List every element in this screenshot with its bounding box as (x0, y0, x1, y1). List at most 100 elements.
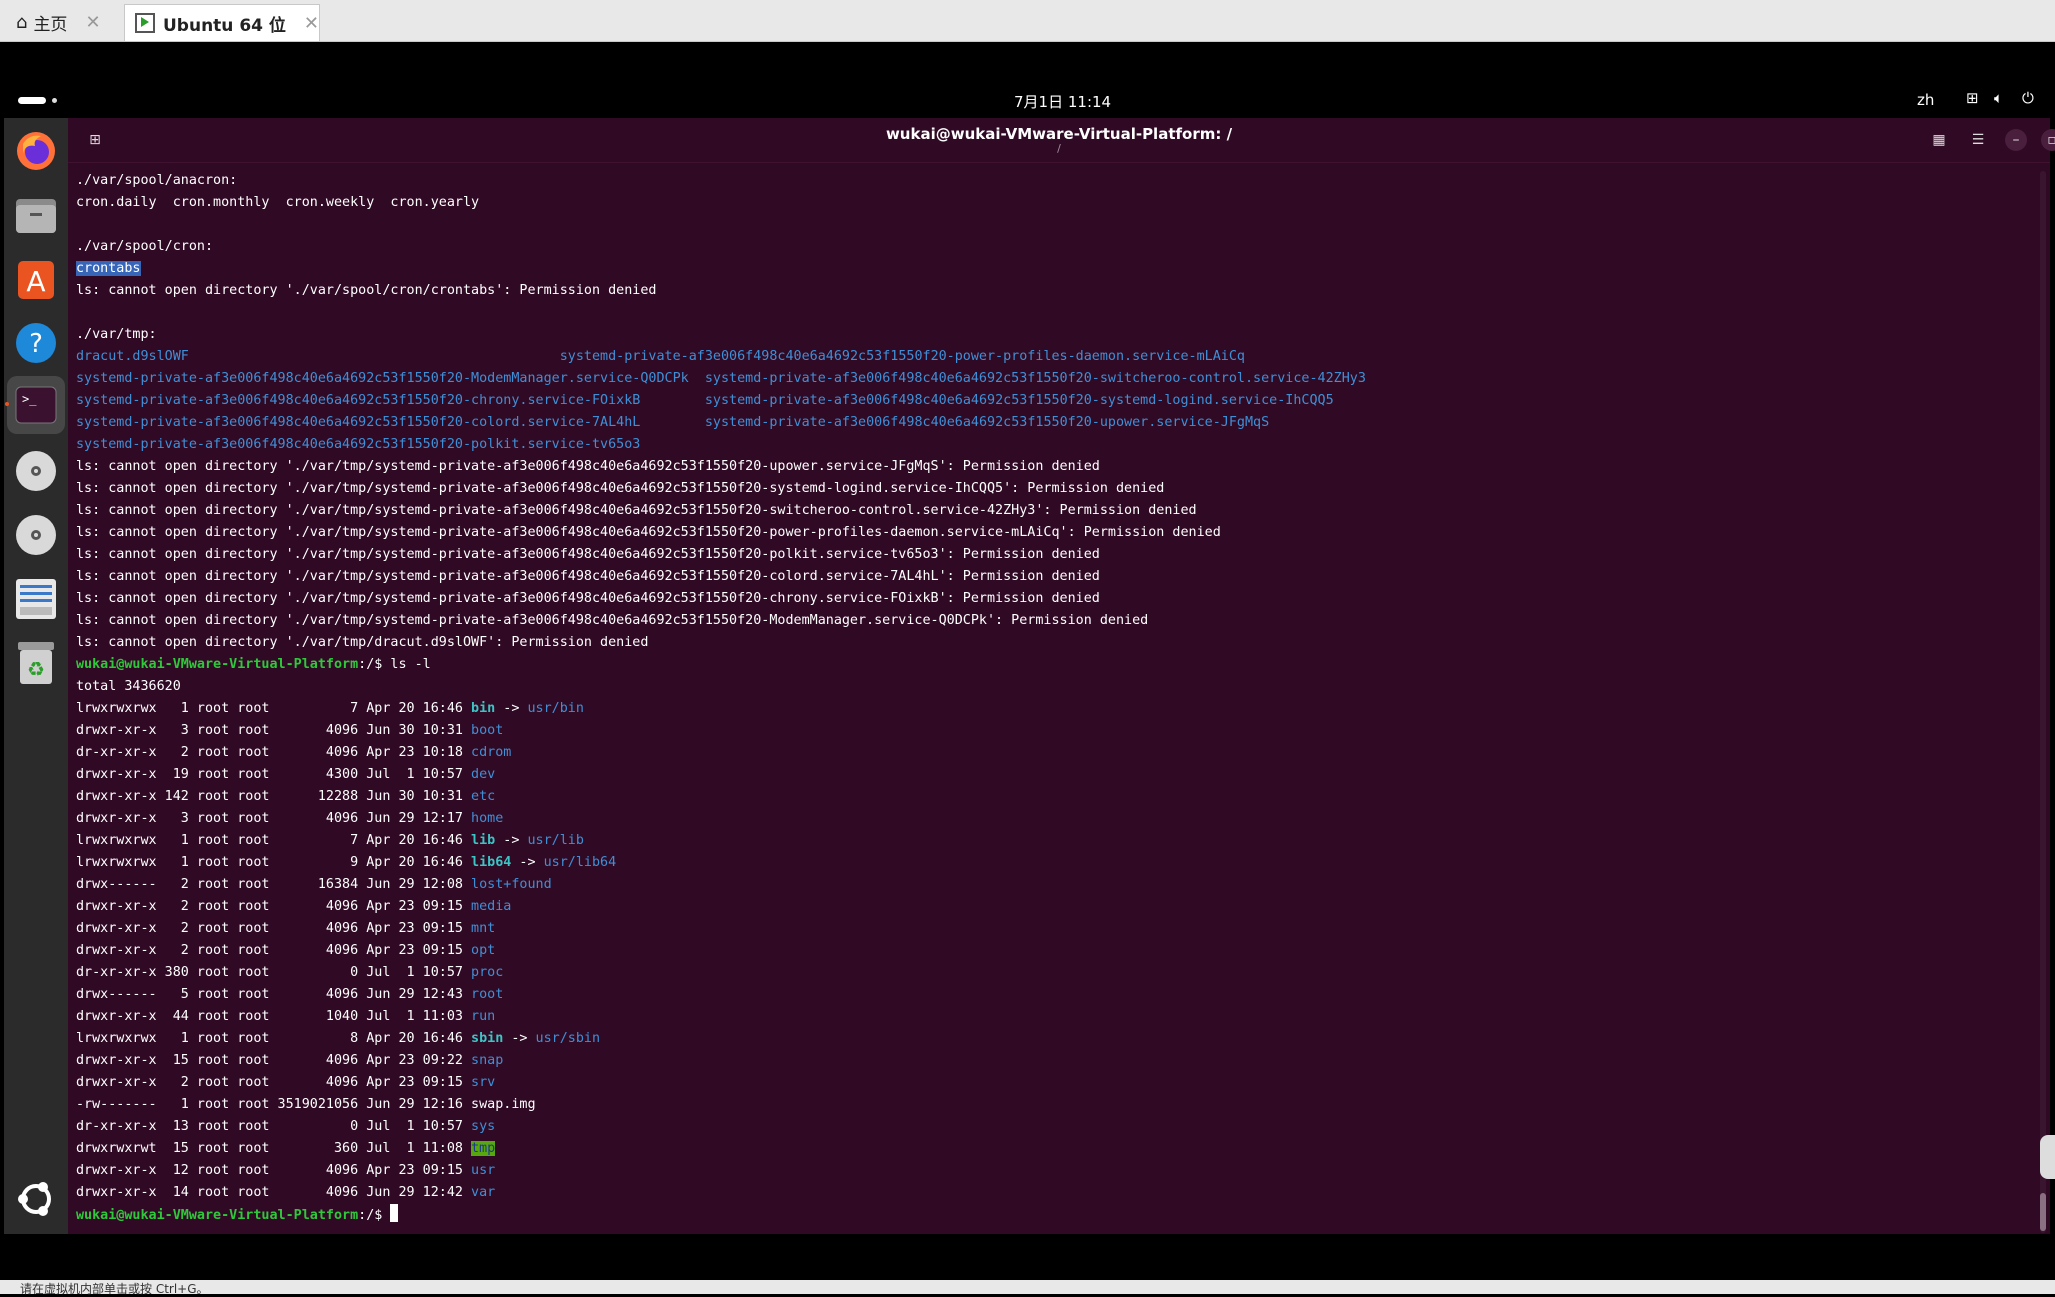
dock-running-indicator (5, 402, 9, 406)
terminal-line: lrwxrwxrwx 1 root root 7 Apr 20 16:46 bi… (76, 698, 1366, 720)
terminal-text: drwx------ 5 root root 4096 Jun 29 12:43 (76, 987, 472, 1002)
terminal-scroll-thumb[interactable] (2040, 1193, 2046, 1231)
terminal-text: :/$ (358, 1208, 391, 1223)
terminal-text: drwx------ 2 root root 16384 Jun 29 12:0… (76, 877, 472, 892)
tab-ubuntu-vm[interactable]: Ubuntu 64 位 ✕ (124, 4, 320, 41)
svg-text:A: A (26, 265, 45, 298)
terminal-text: -> (495, 833, 528, 848)
terminal-dir-text: snap (471, 1053, 504, 1068)
terminal-line: drwxrwxrwt 15 root root 360 Jul 1 11:08 … (76, 1138, 1366, 1160)
terminal-prompt-text: wukai@wukai-VMware-Virtual-Platform (76, 1208, 359, 1223)
svg-text:>_: >_ (22, 392, 37, 406)
terminal-line: ls: cannot open directory './var/tmp/dra… (76, 632, 1366, 654)
terminal-line: wukai@wukai-VMware-Virtual-Platform:/$ l… (76, 654, 1366, 676)
trash-icon[interactable]: ♻ (13, 640, 59, 686)
terminal-dir-text: systemd-private-af3e006f498c40e6a4692c53… (704, 393, 1334, 408)
minimize-icon[interactable]: – (2005, 129, 2027, 151)
tab-ubuntu-close-icon[interactable]: ✕ (304, 13, 319, 34)
terminal-text: lrwxrwxrwx 1 root root 7 Apr 20 16:46 (76, 833, 472, 848)
terminal-scrollbar[interactable] (2040, 171, 2046, 1233)
terminal-text: ls: cannot open directory './var/tmp/sys… (76, 525, 1221, 540)
terminal-line: crontabs (76, 258, 1366, 280)
svg-text:♻: ♻ (27, 657, 45, 681)
help-icon[interactable]: ? (13, 320, 59, 366)
tab-home[interactable]: ⌂ 主页 ✕ (16, 4, 120, 40)
terminal-line: dr-xr-xr-x 13 root root 0 Jul 1 10:57 sy… (76, 1116, 1366, 1138)
terminal-dir-text: systemd-private-af3e006f498c40e6a4692c53… (76, 415, 641, 430)
clock[interactable]: 7月1日 11:14 (1014, 91, 1111, 112)
terminal-text: dr-xr-xr-x 13 root root 0 Jul 1 10:57 (76, 1119, 472, 1134)
status-hint: 请在虚拟机内部单击或按 Ctrl+G。 (20, 1282, 209, 1296)
terminal-dir-text: systemd-private-af3e006f498c40e6a4692c53… (704, 371, 1366, 386)
terminal-text: ls: cannot open directory './var/tmp/sys… (76, 569, 1100, 584)
terminal-dir-text: run (471, 1009, 496, 1024)
terminal-text: ./var/tmp: (76, 327, 157, 342)
volume-icon[interactable]: 🔈︎ (1994, 89, 2003, 107)
terminal-line: systemd-private-af3e006f498c40e6a4692c53… (76, 434, 1366, 456)
terminal-text: ls: cannot open directory './var/tmp/sys… (76, 481, 1165, 496)
terminal-dir-text: srv (471, 1075, 496, 1090)
terminal-line: systemd-private-af3e006f498c40e6a4692c53… (76, 412, 1366, 434)
terminal-text: drwxr-xr-x 19 root root 4300 Jul 1 10:57 (76, 767, 472, 782)
terminal-text: -> (495, 701, 528, 716)
gnome-top-bar: 7月1日 11:14 zh ⊞ 🔈︎ ⏻ (4, 86, 2050, 114)
terminal-dir-text: root (471, 987, 504, 1002)
terminal-output[interactable]: ./var/spool/anacron: cron.daily cron.mont… (68, 163, 2050, 1234)
terminal-dir-text: systemd-private-af3e006f498c40e6a4692c53… (704, 415, 1270, 430)
terminal-dir-text: usr (471, 1163, 496, 1178)
terminal-line: wukai@wukai-VMware-Virtual-Platform:/$ (76, 1204, 1366, 1226)
terminal-line: ls: cannot open directory './var/tmp/sys… (76, 544, 1366, 566)
terminal-line: ls: cannot open directory './var/tmp/sys… (76, 610, 1366, 632)
terminal-line: dracut.d9slOWF systemd-private-af3e006f4… (76, 346, 1366, 368)
files-icon[interactable] (13, 192, 59, 238)
power-icon[interactable]: ⏻ (2022, 89, 2034, 107)
terminal-line: dr-xr-xr-x 2 root root 4096 Apr 23 10:18… (76, 742, 1366, 764)
terminal-dir-text: systemd-private-af3e006f498c40e6a4692c53… (76, 393, 641, 408)
terminal-text: ls: cannot open directory './var/tmp/sys… (76, 591, 1100, 606)
terminal-text: -> (503, 1031, 536, 1046)
tab-home-label: 主页 (33, 14, 68, 35)
terminal-text: drwxr-xr-x 44 root root 1040 Jul 1 11:03 (76, 1009, 472, 1024)
terminal-line: drwx------ 2 root root 16384 Jun 29 12:0… (76, 874, 1366, 896)
disc-icon[interactable] (13, 448, 59, 494)
terminal-dir-text: usr/bin (527, 701, 584, 716)
input-method-indicator[interactable]: zh (1917, 91, 1934, 109)
terminal-line: ls: cannot open directory './var/spool/c… (76, 280, 1366, 302)
terminal-dir-text: boot (471, 723, 504, 738)
tab-home-close-icon[interactable]: ✕ (85, 12, 100, 33)
terminal-line: lrwxrwxrwx 1 root root 7 Apr 20 16:46 li… (76, 830, 1366, 852)
document-icon[interactable] (13, 576, 59, 622)
menu-icon[interactable]: ☰ (1967, 129, 1989, 151)
terminal-text: lrwxrwxrwx 1 root root 8 Apr 20 16:46 (76, 1031, 472, 1046)
terminal-dir-text: etc (471, 789, 496, 804)
activities-button[interactable] (18, 97, 46, 104)
terminal-dir-text: media (471, 899, 512, 914)
ubuntu-icon[interactable] (13, 1176, 59, 1222)
terminal-icon[interactable]: >_ (13, 382, 59, 428)
network-icon[interactable]: ⊞ (1966, 89, 1979, 107)
terminal-sticky-text: tmp (471, 1141, 496, 1156)
terminal-text: cron.daily cron.monthly cron.weekly cron… (76, 195, 480, 210)
vmware-tab-strip: ⌂ 主页 ✕ Ubuntu 64 位 ✕ (0, 0, 2055, 42)
grid-icon[interactable]: ▦ (1928, 129, 1950, 151)
terminal-line: drwxr-xr-x 15 root root 4096 Apr 23 09:2… (76, 1050, 1366, 1072)
terminal-line: lrwxrwxrwx 1 root root 8 Apr 20 16:46 sb… (76, 1028, 1366, 1050)
firefox-icon[interactable] (13, 128, 59, 174)
terminal-line: drwxr-xr-x 19 root root 4300 Jul 1 10:57… (76, 764, 1366, 786)
terminal-dir-text: mnt (471, 921, 496, 936)
terminal-prompt-text: wukai@wukai-VMware-Virtual-Platform (76, 657, 359, 672)
terminal-line: dr-xr-xr-x 380 root root 0 Jul 1 10:57 p… (76, 962, 1366, 984)
terminal-line: ls: cannot open directory './var/tmp/sys… (76, 588, 1366, 610)
terminal-text: drwxrwxrwt 15 root root 360 Jul 1 11:08 (76, 1141, 472, 1156)
terminal-line: ./var/spool/cron: (76, 236, 1366, 258)
vm-side-handle[interactable] (2040, 1135, 2055, 1179)
terminal-text: lrwxrwxrwx 1 root root 9 Apr 20 16:46 (76, 855, 472, 870)
terminal-text: ./var/spool/cron: (76, 239, 214, 254)
terminal-line: ./var/spool/anacron: (76, 170, 1366, 192)
terminal-text: ls: cannot open directory './var/tmp/sys… (76, 459, 1100, 474)
terminal-dir-text: usr/sbin (535, 1031, 601, 1046)
app-center-icon[interactable]: A (13, 256, 59, 302)
disc-icon[interactable] (13, 512, 59, 558)
terminal-line: drwxr-xr-x 14 root root 4096 Jun 29 12:4… (76, 1182, 1366, 1204)
